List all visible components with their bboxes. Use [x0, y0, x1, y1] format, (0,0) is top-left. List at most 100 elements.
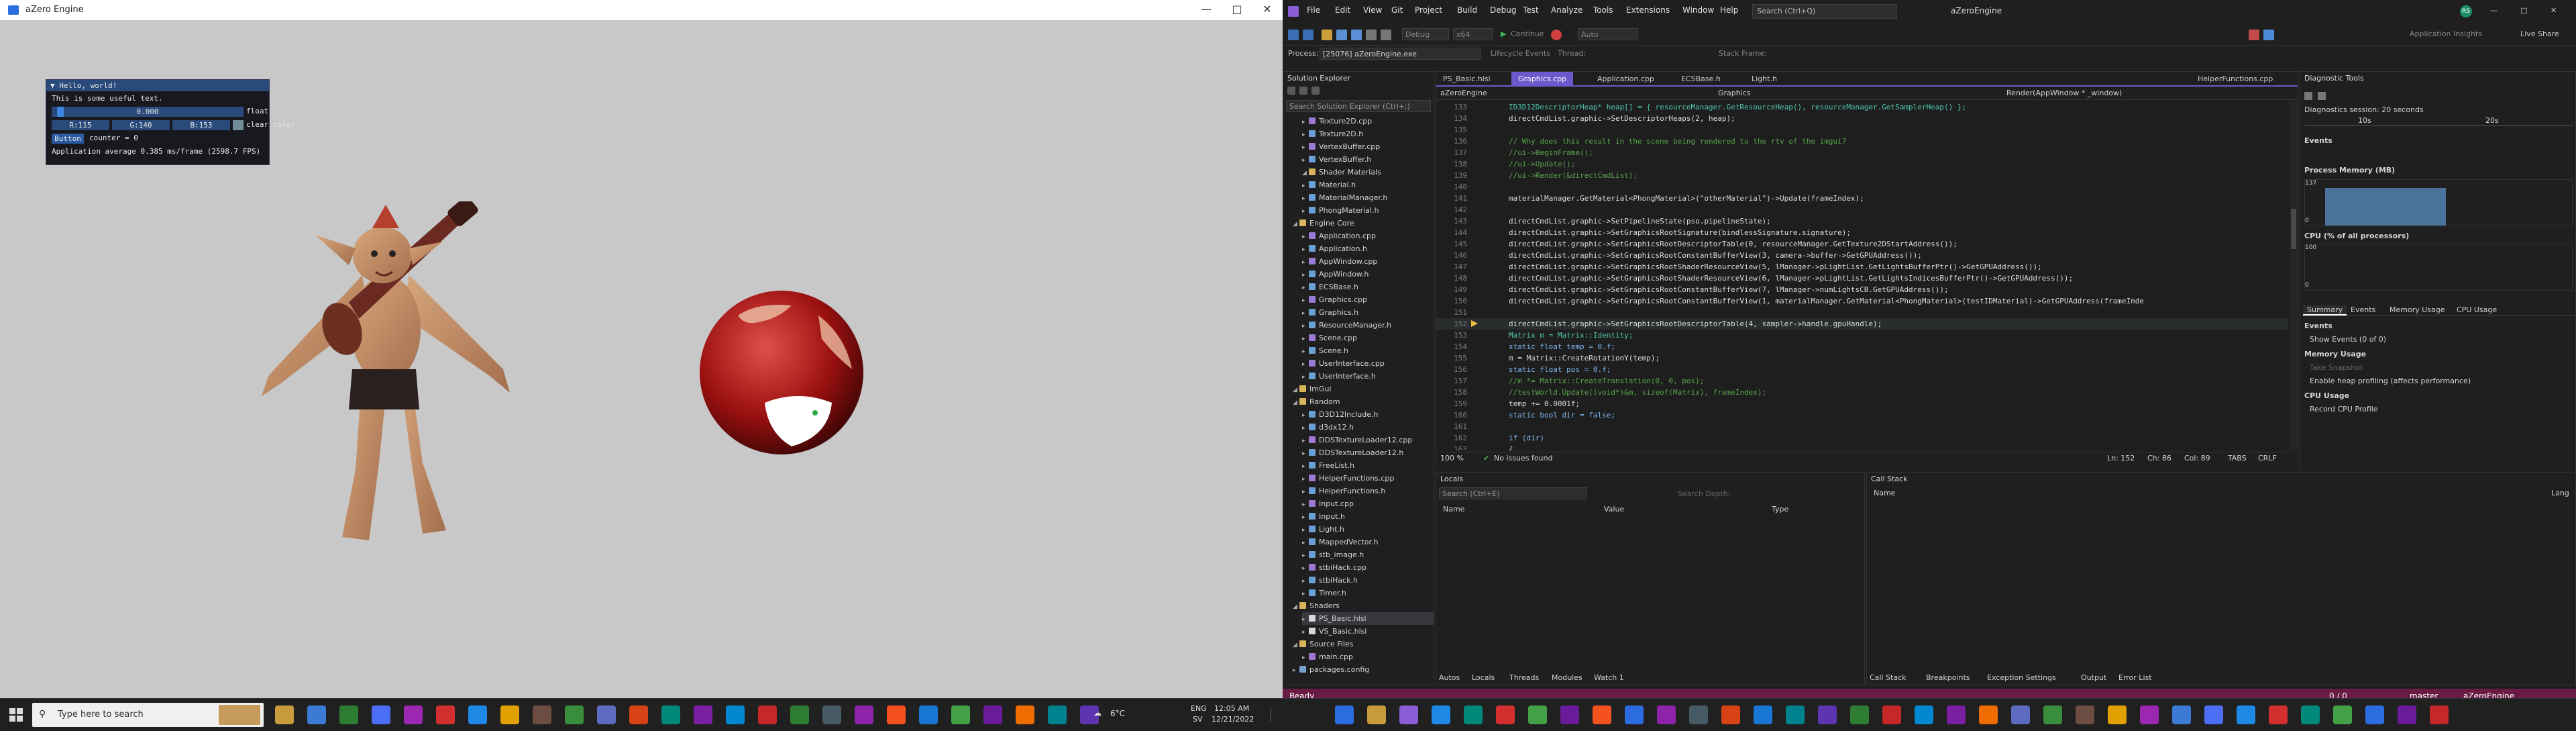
maximize-icon[interactable]: □ [1222, 0, 1252, 20]
diag-tab[interactable]: Memory Usage [2385, 305, 2449, 314]
code-line[interactable]: 162 if (dir) [1436, 432, 2288, 444]
expand-arrow-icon[interactable]: ◢ [1293, 397, 1299, 409]
col-name[interactable]: Name [1443, 505, 1464, 514]
diag-tab[interactable]: Events [2347, 305, 2379, 314]
code-line[interactable]: 141 materialManager.GetMaterial<PhongMate… [1436, 193, 2288, 204]
menu-extensions[interactable]: Extensions [1626, 5, 1670, 15]
code-line[interactable]: 161 [1436, 421, 2288, 432]
taskbar-app-icon[interactable] [694, 705, 712, 724]
menu-edit[interactable]: Edit [1335, 5, 1350, 15]
tree-file[interactable]: ▸ Texture2D.h [1302, 128, 1363, 140]
cpu-graph[interactable]: 100 0 [2304, 244, 2573, 291]
menu-help[interactable]: Help [1720, 5, 1738, 15]
home-icon[interactable] [1287, 87, 1295, 95]
back-icon[interactable] [1288, 30, 1299, 40]
tree-folder[interactable]: ◢ ImGui [1293, 383, 1332, 395]
bottom-tab[interactable]: Locals [1472, 673, 1495, 682]
taskbar-app-icon[interactable] [468, 705, 487, 724]
weather-icon[interactable]: ☁ [1093, 708, 1102, 718]
menu-window[interactable]: Window [1682, 5, 1714, 15]
code-line[interactable]: 149 directCmdList.graphic->SetGraphicsRoo… [1436, 284, 2288, 295]
taskbar-app-icon[interactable] [1657, 705, 1676, 724]
taskbar-app-icon[interactable] [275, 705, 294, 724]
tree-file[interactable]: ▸ PhongMaterial.h [1302, 204, 1379, 217]
tree-file[interactable]: ▸ DDSTextureLoader12.h [1302, 446, 1403, 459]
platform-dropdown[interactable]: x64 [1453, 28, 1493, 40]
tree-file[interactable]: ▸ Application.cpp [1302, 230, 1376, 242]
taskbar-app-icon[interactable] [1721, 705, 1740, 724]
color-r-field[interactable]: R:115 [52, 120, 109, 130]
editor-tab[interactable]: HelperFunctions.cpp [2191, 72, 2279, 87]
taskbar-app-icon[interactable] [2398, 705, 2416, 724]
col-value[interactable]: Value [1604, 505, 1624, 514]
code-line[interactable]: 163 { [1436, 444, 2288, 450]
code-area[interactable]: 133 ID3D12DescriptorHeap* heap[] = { reso… [1436, 101, 2288, 450]
clock-time[interactable]: 12:05 AM [1214, 704, 1249, 713]
color-swatch[interactable] [233, 120, 244, 130]
editor-tab[interactable]: Light.h [1745, 72, 1784, 87]
taskbar-app-icon[interactable] [1625, 705, 1644, 724]
save-all-icon[interactable] [1351, 30, 1362, 40]
lang-eng[interactable]: ENG [1191, 704, 1207, 713]
tree-file[interactable]: ▸ HelperFunctions.h [1302, 485, 1385, 497]
taskbar-app-icon[interactable] [533, 705, 551, 724]
minimize-icon[interactable]: — [1191, 0, 1222, 20]
undo-icon[interactable] [1366, 30, 1377, 40]
bottom-tab[interactable]: Threads [1509, 673, 1539, 682]
tree-folder[interactable]: ◢ Source Files [1293, 638, 1353, 650]
collapse-arrow-icon[interactable]: ▼ [50, 81, 59, 90]
tree-file[interactable]: ▸ HelperFunctions.cpp [1302, 472, 1394, 485]
code-line[interactable]: 155 m = Matrix::CreateRotationY(temp); [1436, 352, 2288, 364]
taskbar-app-icon[interactable] [2204, 705, 2223, 724]
record-cpu-button[interactable]: Record CPU Profile [2310, 405, 2378, 413]
expand-arrow-icon[interactable]: ◢ [1293, 639, 1299, 652]
editor-tab[interactable]: PS_Basic.hlsl [1436, 72, 1497, 87]
taskbar-app-icon[interactable] [887, 705, 906, 724]
taskbar-app-icon[interactable] [951, 705, 970, 724]
tree-file[interactable]: ▸ Input.cpp [1302, 497, 1354, 510]
tree-file[interactable]: ▸ main.cpp [1302, 650, 1353, 663]
tree-file[interactable]: ▸ Graphics.h [1302, 306, 1358, 319]
taskbar-app-icon[interactable] [1367, 705, 1386, 724]
menu-debug[interactable]: Debug [1490, 5, 1516, 15]
taskbar-app-icon[interactable] [500, 705, 519, 724]
taskbar-app-icon[interactable] [2043, 705, 2062, 724]
taskbar-app-icon[interactable] [307, 705, 326, 724]
tree-folder[interactable]: ◢ Shader Materials [1302, 166, 1381, 179]
editor-tab[interactable]: Application.cpp [1591, 72, 1661, 87]
taskbar-app-icon[interactable] [1048, 705, 1067, 724]
code-line[interactable]: 146 directCmdList.graphic->SetGraphicsRoo… [1436, 250, 2288, 261]
color-g-field[interactable]: G:140 [112, 120, 170, 130]
taskbar-app-icon[interactable] [726, 705, 745, 724]
save-icon[interactable] [1336, 30, 1347, 40]
bottom-tab[interactable]: Watch 1 [1594, 673, 1624, 682]
code-line[interactable]: 160 static bool dir = false; [1436, 409, 2288, 421]
config-dropdown[interactable]: Debug [1402, 28, 1449, 40]
menu-view[interactable]: View [1363, 5, 1382, 15]
tree-file[interactable]: ▸ Graphics.cpp [1302, 293, 1367, 306]
callstack-col-lang[interactable]: Lang [2551, 489, 2569, 497]
restart-icon[interactable] [2263, 30, 2274, 40]
sync-icon[interactable] [1299, 87, 1307, 95]
tree-file[interactable]: ▸ Scene.cpp [1302, 332, 1357, 344]
taskbar-app-icon[interactable] [1496, 705, 1515, 724]
bottom-tab[interactable]: Breakpoints [1926, 673, 1970, 682]
taskbar-app-icon[interactable] [565, 705, 584, 724]
issues-status[interactable]: No issues found [1494, 454, 1552, 462]
taskbar-app-icon[interactable] [2172, 705, 2191, 724]
tree-file[interactable]: ▸ AppWindow.h [1302, 268, 1368, 281]
taskbar-app-icon[interactable] [1432, 705, 1450, 724]
tree-file[interactable]: ▸ PS_Basic.hlsl [1302, 612, 1434, 625]
code-line[interactable]: 143 directCmdList.graphic->SetPipelineSta… [1436, 215, 2288, 227]
code-line[interactable]: 154 static float temp = 0.f; [1436, 341, 2288, 352]
code-line[interactable]: 148 directCmdList.graphic->SetGraphicsRoo… [1436, 273, 2288, 284]
taskbar-app-icon[interactable] [2365, 705, 2384, 724]
tree-file[interactable]: ▸ AppWindow.cpp [1302, 255, 1377, 268]
tree-file[interactable]: ▸ packages.config [1293, 663, 1369, 676]
float-slider[interactable]: 0.000 [52, 107, 244, 117]
code-line[interactable]: 137 //ui->BeginFrame(); [1436, 147, 2288, 158]
taskbar-app-icon[interactable] [404, 705, 423, 724]
memory-graph[interactable]: 137 0 [2304, 179, 2573, 226]
heap-profiling-checkbox[interactable]: Enable heap profiling (affects performan… [2310, 377, 2471, 385]
code-line[interactable]: 142 [1436, 204, 2288, 215]
